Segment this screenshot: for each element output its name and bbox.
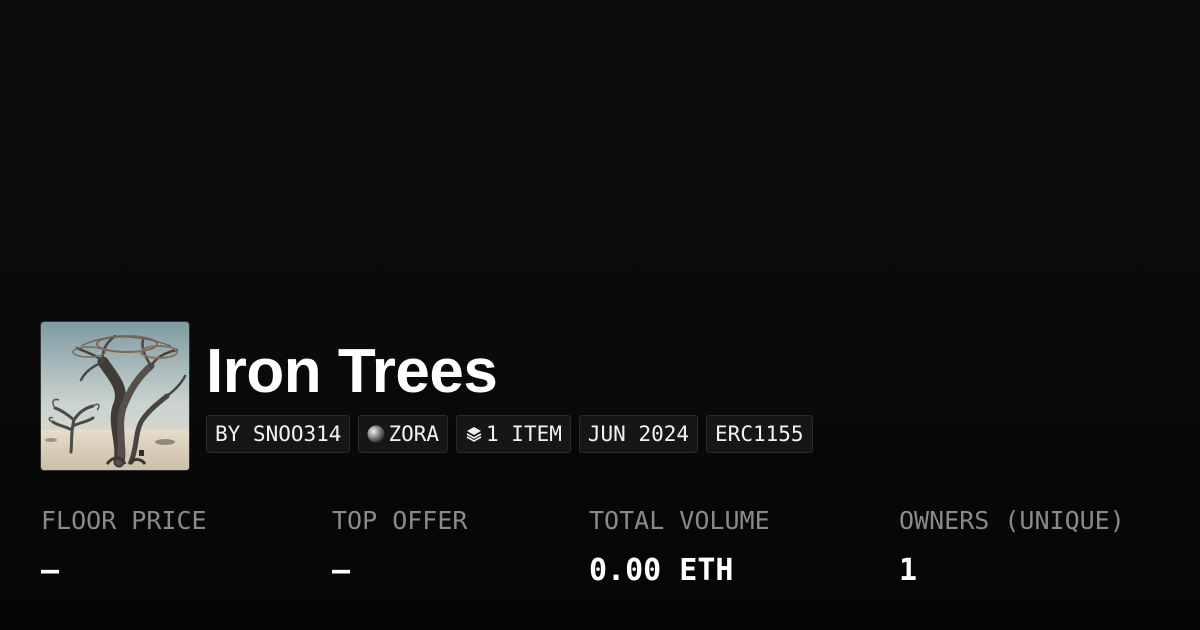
stat-label: FLOOR PRICE (41, 506, 207, 535)
items-tag[interactable]: 1 ITEM (456, 415, 571, 453)
stat-value: 1 (899, 553, 918, 588)
date-tag: JUN 2024 (578, 415, 699, 453)
collection-thumbnail[interactable] (41, 322, 189, 470)
iron-trees-artwork (41, 322, 189, 470)
stat-label: TOP OFFER (332, 506, 468, 535)
creator-label: BY SNOO314 (215, 422, 342, 446)
stat-top-offer: TOP OFFER — (332, 500, 467, 592)
stat-label: OWNERS (UNIQUE) (899, 506, 1125, 535)
zora-orb-icon (367, 425, 385, 443)
stat-label: TOTAL VOLUME (589, 506, 770, 535)
standard-label: ERC1155 (715, 422, 804, 446)
collection-card: Iron Trees BY SNOO314 ZORA 1 ITEM JUN 20… (0, 0, 1200, 630)
stat-value: — (332, 553, 351, 588)
collection-title: Iron Trees (206, 337, 498, 406)
layers-icon (465, 425, 483, 443)
stat-total-volume: TOTAL VOLUME 0.00 ETH (589, 500, 770, 592)
date-label: JUN 2024 (587, 422, 690, 446)
collection-tags: BY SNOO314 ZORA 1 ITEM JUN 2024 ERC1155 (206, 415, 813, 453)
chain-tag[interactable]: ZORA (358, 415, 449, 453)
stat-floor-price: FLOOR PRICE — (41, 500, 207, 592)
stat-value: — (41, 553, 60, 588)
chain-label: ZORA (388, 422, 440, 446)
stat-value: 0.00 ETH (589, 553, 734, 588)
items-label: 1 ITEM (486, 422, 562, 446)
creator-tag[interactable]: BY SNOO314 (206, 415, 351, 453)
stat-owners: OWNERS (UNIQUE) 1 (899, 500, 1125, 592)
standard-tag: ERC1155 (706, 415, 813, 453)
